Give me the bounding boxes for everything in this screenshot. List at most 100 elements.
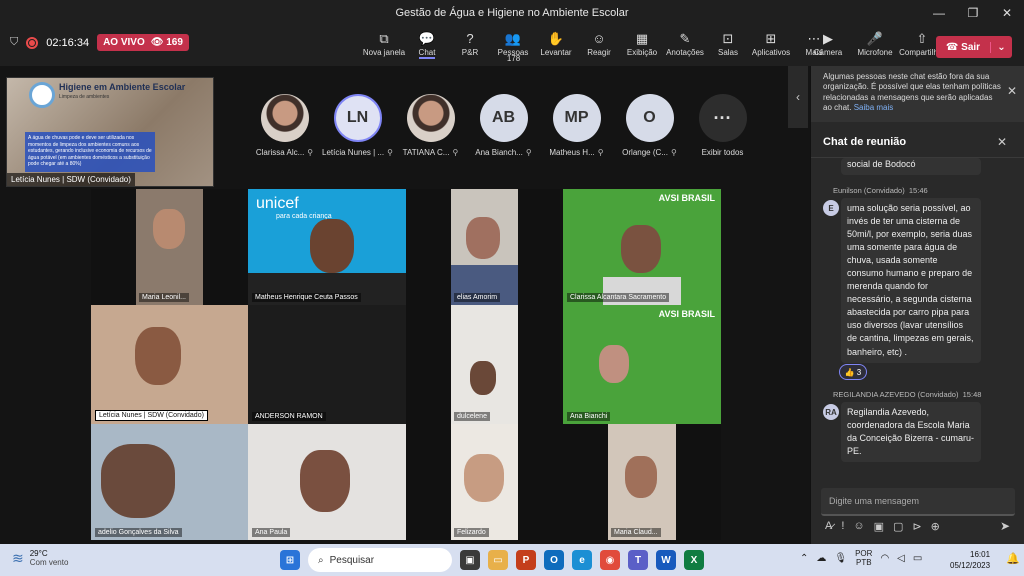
reaction-badge[interactable]: 👍 3	[839, 364, 867, 380]
search-box[interactable]: ⌕ Pesquisar	[308, 548, 452, 572]
notification-bell-icon[interactable]: 🔔	[1006, 552, 1020, 565]
video-tile[interactable]: unicef para cada criança Matheus Henriqu…	[248, 189, 406, 305]
task-view-icon[interactable]: ▣	[460, 550, 480, 570]
message-list[interactable]: social de Bodocó Eunilson (Convidado) 15…	[811, 158, 1024, 478]
video-tile[interactable]: dulcelene	[406, 305, 563, 424]
send-icon[interactable]: ➤	[1000, 519, 1010, 533]
outlook-icon[interactable]: O	[544, 550, 564, 570]
temperature: 29°C	[29, 549, 48, 558]
sticker-icon[interactable]: ▢	[893, 520, 903, 533]
tile-name: Letícia Nunes | SDW (Convidado)	[95, 410, 208, 421]
message-meta: Eunilson (Convidado) 15:46	[833, 186, 928, 195]
tile-name: dulcelene	[454, 412, 490, 421]
attach-icon[interactable]: ⊕	[931, 520, 940, 533]
participant-name-row: Ana Bianch... ⚲	[475, 148, 531, 157]
powerpoint-icon[interactable]: P	[516, 550, 536, 570]
participant-item[interactable]: Clarissa Alc... ⚲	[248, 94, 321, 157]
toolbar-label: Salas	[717, 48, 738, 57]
toolbar-icon: ✎	[679, 31, 691, 46]
logo-icon	[29, 82, 55, 108]
video-tile[interactable]: Letícia Nunes | SDW (Convidado)	[91, 305, 248, 424]
tile-name: Maria Claud...	[611, 528, 661, 537]
participant-item[interactable]: AB Ana Bianch... ⚲	[467, 94, 540, 157]
avatar	[406, 94, 455, 142]
toolbar-label: Aplicativos	[751, 48, 791, 57]
video-tile[interactable]: Ana Paula	[248, 424, 406, 540]
toolbar-icon: ⊞	[765, 31, 777, 46]
participant-item[interactable]: MP Matheus H... ⚲	[540, 94, 613, 157]
video-tile[interactable]: AVSI BRASIL Clarissa Alcantara Sacrament…	[563, 189, 721, 305]
toolbar-pessoas-button[interactable]: 👥 178 Pessoas	[493, 30, 533, 63]
video-tile[interactable]: Maria Claud...	[563, 424, 721, 540]
cloud-icon[interactable]: ☁	[816, 553, 826, 564]
tile-name: ANDERSON RAMON	[252, 412, 326, 421]
toolbar-anota-es-button[interactable]: ✎ Anotações	[665, 30, 705, 59]
avatar: MP	[552, 94, 601, 142]
participant-item[interactable]: O Orlange (C... ⚲	[613, 94, 686, 157]
toolbar-exibi-o-button[interactable]: ▦ Exibição	[622, 30, 662, 59]
mic-muted-icon[interactable]: 🎙	[834, 553, 847, 564]
teams-icon[interactable]: T	[628, 550, 648, 570]
participant-name-row: TATIANA C... ⚲	[403, 148, 459, 157]
emoji-icon[interactable]: ☺	[853, 520, 864, 533]
chevron-up-icon[interactable]: ⌃	[800, 553, 808, 564]
wifi-icon[interactable]: ◠	[880, 553, 889, 564]
avsi-logo-icon: AVSI BRASIL	[658, 193, 715, 203]
edge-icon[interactable]: e	[572, 550, 592, 570]
toolbar-chat-button[interactable]: 💬 Chat	[407, 30, 447, 59]
participant-name-row: Clarissa Alc... ⚲	[256, 148, 313, 157]
format-icon[interactable]: A̷	[825, 520, 832, 533]
live-badge: AO VIVO 👁 169	[97, 34, 189, 51]
video-tile[interactable]: elias Amorim	[406, 189, 563, 305]
video-tile[interactable]: ANDERSON RAMON	[248, 305, 406, 424]
participant-item[interactable]: LN Letícia Nunes | ... ⚲	[321, 94, 394, 157]
leave-options-chevron-icon[interactable]: ⌄	[990, 41, 1012, 53]
toolbar-nova-janela-button[interactable]: ⧉ Nova janela	[363, 30, 405, 59]
gif-icon[interactable]: ▣	[874, 520, 884, 533]
weather-widget[interactable]: ≋ 29°C Com vento	[12, 549, 68, 567]
collapse-panel-button[interactable]: ‹	[788, 66, 808, 128]
language-indicator[interactable]: POR PTB	[855, 549, 872, 568]
shared-content-thumbnail[interactable]: Higiene em Ambiente Escolar Limpeza de a…	[6, 77, 214, 187]
maximize-button[interactable]: ❐	[956, 0, 990, 26]
video-tile[interactable]: adelio Gonçalves da Silva	[91, 424, 248, 540]
close-icon[interactable]: ✕	[1007, 84, 1017, 100]
volume-icon[interactable]: ◁	[897, 553, 905, 564]
close-chat-icon[interactable]: ✕	[997, 135, 1007, 149]
message-input[interactable]: Digite uma mensagem	[821, 488, 1015, 516]
participant-item[interactable]: TATIANA C... ⚲	[394, 94, 467, 157]
excel-icon[interactable]: X	[684, 550, 704, 570]
leave-button[interactable]: ☎ Sair ⌄	[936, 36, 1012, 58]
battery-icon[interactable]: ▭	[913, 553, 922, 564]
microfone-button[interactable]: 🎤 Microfone	[853, 30, 897, 57]
video-tile[interactable]: Felizardo	[406, 424, 563, 540]
message-bubble: Regilandia Azevedo, coordenadora da Esco…	[841, 402, 981, 463]
toolbar-levantar-button[interactable]: ✋ Levantar	[536, 30, 576, 59]
avatar	[260, 94, 309, 142]
video-tile[interactable]: AVSI BRASIL Ana Bianchi	[563, 305, 721, 424]
toolbar-reagir-button[interactable]: ☺ Reagir	[579, 30, 619, 59]
toolbar-icon: ✋	[547, 31, 565, 46]
participant-name: Exibir todos	[701, 148, 744, 157]
start-icon[interactable]: ⊞	[280, 550, 300, 570]
media-icon: 🎤	[866, 31, 884, 46]
câmera-button[interactable]: ▶ Câmera	[806, 30, 850, 57]
toolbar-p&r-button[interactable]: ? P&R	[450, 30, 490, 59]
loop-icon[interactable]: ⊳	[912, 520, 921, 533]
clock[interactable]: 16:01 05/12/2023	[950, 549, 990, 571]
learn-more-link[interactable]: Saiba mais	[854, 103, 894, 112]
chrome-icon[interactable]: ◉	[600, 550, 620, 570]
weather-icon: ≋	[12, 549, 24, 566]
word-icon[interactable]: W	[656, 550, 676, 570]
slide-subtitle: Limpeza de ambientes	[59, 94, 110, 100]
toolbar-salas-button[interactable]: ⊡ Salas	[708, 30, 748, 59]
video-tile[interactable]: Maria Leonil...	[91, 189, 248, 305]
close-window-button[interactable]: ✕	[990, 0, 1024, 26]
file-explorer-icon[interactable]: ▭	[488, 550, 508, 570]
priority-icon[interactable]: !	[841, 520, 844, 533]
minimize-button[interactable]: —	[922, 0, 956, 26]
toolbar-icon: ▦	[635, 31, 649, 46]
participant-item[interactable]: ··· Exibir todos	[686, 94, 759, 157]
media-icon: ▶	[823, 31, 833, 46]
toolbar-aplicativos-button[interactable]: ⊞ Aplicativos	[751, 30, 791, 59]
